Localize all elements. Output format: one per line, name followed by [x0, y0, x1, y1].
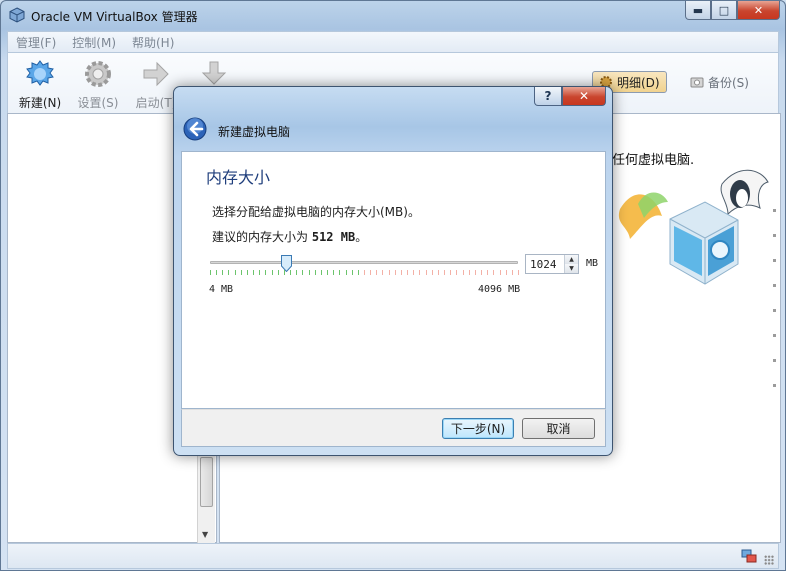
menu-manage[interactable]: 管理(F) [16, 34, 56, 51]
slider-tick [259, 270, 260, 275]
spin-up-icon[interactable]: ▲ [565, 255, 578, 264]
memory-max-label: 4096 MB [478, 284, 521, 295]
camera-icon [690, 77, 704, 88]
slider-tick [432, 270, 433, 275]
slider-tick [444, 270, 445, 275]
slider-tick [456, 270, 457, 275]
slider-tick [284, 270, 285, 275]
slider-tick [475, 270, 476, 275]
wizard-page: 内存大小 选择分配给虚拟电脑的内存大小(MB)。 建议的内存大小为 512 MB… [181, 151, 606, 409]
memory-spinbox[interactable]: 1024 ▲ ▼ [525, 254, 579, 274]
slider-tick [407, 270, 408, 275]
resize-grip[interactable] [764, 555, 774, 565]
snapshots-toggle[interactable]: 备份(S) [684, 71, 755, 93]
menu-bar: 管理(F) 控制(M) 帮助(H) [7, 31, 779, 53]
slider-tick [506, 270, 507, 275]
back-arrow-icon[interactable] [183, 117, 207, 141]
memory-description: 选择分配给虚拟电脑的内存大小(MB)。 [212, 205, 420, 219]
slider-tick [272, 270, 273, 275]
scrollbar-thumb[interactable] [200, 457, 213, 507]
scroll-down-arrow-icon[interactable]: ▼ [202, 530, 208, 539]
slider-tick [321, 270, 322, 275]
slider-tick [370, 270, 371, 275]
slider-tick [469, 270, 470, 275]
slider-tick [419, 270, 420, 275]
slider-tick [512, 270, 513, 275]
menu-help[interactable]: 帮助(H) [132, 34, 174, 51]
slider-tick [222, 270, 223, 275]
arrow-right-icon [143, 61, 169, 87]
gear-icon [85, 61, 111, 87]
slider-tick [290, 270, 291, 275]
slider-tick [401, 270, 402, 275]
slider-tick [296, 270, 297, 275]
status-bar [7, 543, 779, 569]
slider-tick [346, 270, 347, 275]
new-vm-icon [26, 60, 54, 86]
slider-tick [352, 270, 353, 275]
slider-track[interactable] [210, 261, 518, 264]
details-scrollbar[interactable] [770, 114, 780, 542]
slider-ticks [210, 270, 519, 275]
memory-value[interactable]: 1024 [530, 258, 557, 271]
slider-tick [382, 270, 383, 275]
slider-tick [210, 270, 211, 275]
slider-tick [247, 270, 248, 275]
slider-tick [395, 270, 396, 275]
slider-tick [450, 270, 451, 275]
title-bar: Oracle VM VirtualBox 管理器 ▬ □ ✕ [1, 1, 785, 31]
slider-tick [216, 270, 217, 275]
slider-tick [309, 270, 310, 275]
slider-tick [315, 270, 316, 275]
recommended-memory-text: 建议的内存大小为 512 MB。 [212, 230, 368, 244]
dialog-footer: 下一步(N) 取消 [181, 409, 606, 447]
minimize-button[interactable]: ▬ [685, 1, 711, 20]
slider-tick [235, 270, 236, 275]
slider-tick [228, 270, 229, 275]
slider-tick [463, 270, 464, 275]
slider-tick [358, 270, 359, 275]
dialog-title: 新建虚拟电脑 [218, 125, 291, 139]
slider-tick [265, 270, 266, 275]
slider-tick [327, 270, 328, 275]
slider-tick [500, 270, 501, 275]
slider-tick [253, 270, 254, 275]
slider-tick [376, 270, 377, 275]
slider-tick [389, 270, 390, 275]
slider-tick [481, 270, 482, 275]
new-vm-wizard-dialog: ? ✕ 新建虚拟电脑 内存大小 选择分配给虚拟电脑的内存大小(MB)。 建议的内… [173, 86, 613, 456]
slider-tick [518, 270, 519, 275]
slider-tick [278, 270, 279, 275]
dialog-close-button[interactable]: ✕ [562, 87, 606, 106]
slider-tick [339, 270, 340, 275]
slider-tick [364, 270, 365, 275]
slider-tick [426, 270, 427, 275]
new-button[interactable]: 新建(N) [12, 59, 68, 111]
next-button[interactable]: 下一步(N) [442, 418, 514, 439]
close-button[interactable]: ✕ [737, 1, 780, 20]
slider-tick [302, 270, 303, 275]
window-title: Oracle VM VirtualBox 管理器 [31, 10, 198, 24]
slider-tick [438, 270, 439, 275]
memory-slider[interactable] [208, 255, 522, 283]
cancel-button[interactable]: 取消 [522, 418, 595, 439]
spin-down-icon[interactable]: ▼ [565, 264, 578, 273]
memory-min-label: 4 MB [209, 284, 234, 295]
memory-unit: MB [586, 258, 599, 269]
virtualbox-mascot-icon [618, 169, 769, 285]
arrow-down-icon [201, 61, 227, 85]
slider-tick [333, 270, 334, 275]
slider-tick [487, 270, 488, 275]
slider-tick [413, 270, 414, 275]
virtualbox-icon [9, 7, 25, 23]
page-title: 内存大小 [206, 168, 271, 187]
slider-tick [241, 270, 242, 275]
menu-control[interactable]: 控制(M) [72, 34, 116, 51]
slider-tick [493, 270, 494, 275]
vm-list-scrollbar[interactable]: ▼ [197, 455, 215, 543]
maximize-button[interactable]: □ [711, 1, 737, 20]
network-status-icon[interactable] [740, 547, 758, 565]
settings-button[interactable]: 设置(S) [70, 59, 126, 111]
help-button[interactable]: ? [534, 87, 562, 106]
